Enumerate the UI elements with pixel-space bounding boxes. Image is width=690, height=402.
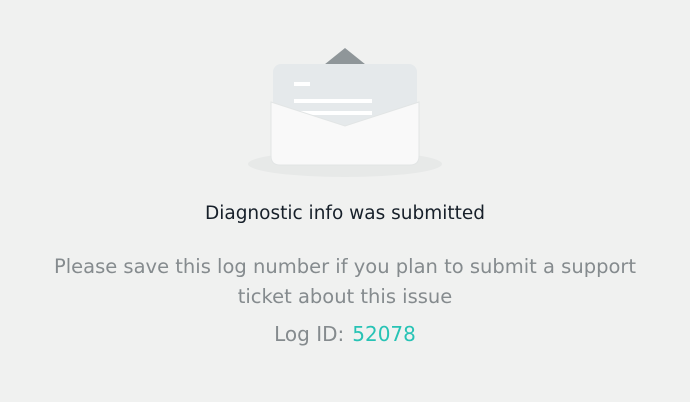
log-id-line: Log ID: 52078 <box>0 319 690 349</box>
status-title: Diagnostic info was submitted <box>204 203 486 224</box>
envelope-letter-icon <box>245 44 445 184</box>
log-id-value: 52078 <box>352 322 416 346</box>
status-description: Please save this log number if you plan … <box>53 255 637 308</box>
log-id-label: Log ID: <box>274 322 345 346</box>
